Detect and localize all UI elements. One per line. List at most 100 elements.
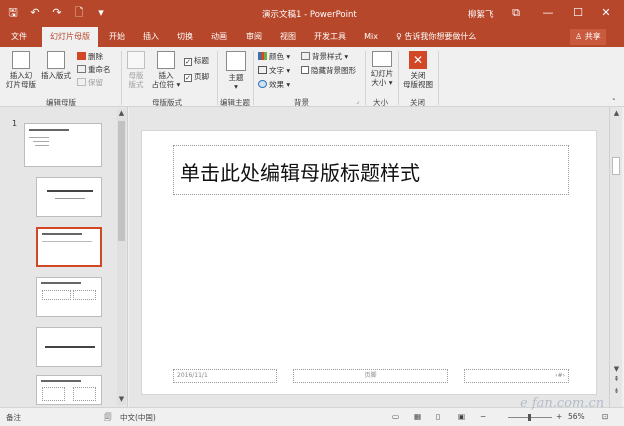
user-name[interactable]: 柳絮飞 bbox=[468, 8, 494, 20]
effects-button[interactable]: 效果 ▾ bbox=[258, 80, 290, 90]
ribbon: 插入幻 灯片母版 插入版式 删除 重命名 保留 编辑母版 母版 版式 插入 占位… bbox=[0, 47, 624, 107]
undo-icon[interactable]: ↶ bbox=[28, 6, 42, 20]
slide-size-label: 幻灯片 大小 ▾ bbox=[370, 69, 394, 87]
tab-transitions[interactable]: 切换 bbox=[174, 27, 196, 47]
slide-size-button[interactable]: 幻灯片 大小 ▾ bbox=[368, 51, 396, 87]
scroll-up-icon[interactable]: ▲ bbox=[117, 109, 126, 117]
checkbox-icon bbox=[301, 66, 309, 74]
insert-placeholder-button[interactable]: 插入 占位符 ▾ bbox=[150, 51, 182, 89]
scrollbar-thumb[interactable] bbox=[118, 121, 125, 241]
rename-button[interactable]: 重命名 bbox=[77, 65, 111, 75]
next-slide-icon[interactable]: ⇟ bbox=[612, 387, 621, 395]
footer-checkbox-label: 页脚 bbox=[194, 72, 209, 81]
delete-button[interactable]: 删除 bbox=[77, 52, 103, 62]
thumbnail-layout[interactable] bbox=[36, 277, 102, 317]
tab-slide-master[interactable]: 幻灯片母版 bbox=[42, 27, 98, 47]
zoom-level[interactable]: 56% bbox=[568, 412, 585, 421]
background-styles-button[interactable]: 背景样式 ▾ bbox=[301, 52, 348, 62]
slideshow-icon[interactable]: ▣ bbox=[458, 412, 465, 421]
title-checkbox-label: 标题 bbox=[194, 56, 209, 65]
thumbnail-layout[interactable] bbox=[36, 375, 102, 405]
thumbnail-content-box bbox=[73, 290, 96, 300]
maximize-button[interactable]: ☐ bbox=[570, 6, 586, 20]
background-styles-icon bbox=[301, 52, 310, 60]
effects-label: 效果 ▾ bbox=[269, 80, 291, 89]
tab-developer[interactable]: 开发工具 bbox=[312, 27, 348, 47]
insert-layout-button[interactable]: 插入版式 bbox=[40, 51, 72, 80]
thumbnail-scrollbar[interactable]: ▲ ▼ bbox=[117, 109, 126, 405]
colors-button[interactable]: 颜色 ▾ bbox=[258, 52, 290, 62]
master-layout-button[interactable]: 母版 版式 bbox=[124, 51, 148, 89]
tab-file[interactable]: 文件 bbox=[8, 27, 30, 47]
title-placeholder-text[interactable]: 单击此处编辑母版标题样式 bbox=[180, 157, 420, 186]
hide-background-graphics-checkbox[interactable]: 隐藏背景图形 bbox=[301, 66, 356, 76]
scroll-down-icon[interactable]: ▼ bbox=[612, 365, 621, 373]
thumbnail-title-line bbox=[29, 129, 69, 131]
new-file-icon[interactable]: 🗋 bbox=[72, 6, 86, 20]
tab-review[interactable]: 审阅 bbox=[243, 27, 265, 47]
save-icon[interactable]: 🖫 bbox=[6, 6, 20, 20]
insert-slide-master-button[interactable]: 插入幻 灯片母版 bbox=[6, 51, 36, 89]
scroll-up-icon[interactable]: ▲ bbox=[612, 109, 621, 117]
preserve-label: 保留 bbox=[88, 78, 103, 87]
zoom-slider-knob[interactable] bbox=[528, 414, 531, 421]
spellcheck-icon[interactable]: 🗐 bbox=[104, 412, 112, 425]
thumbnail-title-line bbox=[41, 380, 81, 382]
date-placeholder[interactable]: 2016/11/1 bbox=[173, 369, 277, 383]
zoom-in-icon[interactable]: + bbox=[556, 412, 562, 421]
tab-animations[interactable]: 动画 bbox=[208, 27, 230, 47]
scroll-down-icon[interactable]: ▼ bbox=[117, 395, 126, 403]
close-button[interactable]: ✕ bbox=[598, 6, 614, 20]
ribbon-display-options-icon[interactable]: ⧉ bbox=[508, 6, 524, 20]
insert-layout-label: 插入版式 bbox=[41, 71, 71, 80]
previous-slide-icon[interactable]: ⇞ bbox=[612, 375, 621, 383]
preserve-button[interactable]: 保留 bbox=[77, 78, 103, 88]
slide-number-placeholder[interactable]: ‹#› bbox=[464, 369, 569, 383]
title-placeholder[interactable]: 单击此处编辑母版标题样式 bbox=[173, 145, 569, 195]
watermark: e fan.com.cn bbox=[520, 396, 605, 411]
thumbnail-title-line bbox=[41, 282, 81, 284]
customize-qat-icon[interactable]: ▾ bbox=[94, 6, 108, 20]
slide-sorter-icon[interactable]: ▦ bbox=[414, 412, 421, 421]
normal-view-icon[interactable]: ▭ bbox=[392, 412, 399, 421]
minimize-button[interactable]: — bbox=[540, 6, 556, 20]
scrollbar-thumb[interactable] bbox=[612, 157, 620, 175]
share-button[interactable]: ♙ 共享 bbox=[570, 29, 606, 45]
thumbnail-layout[interactable] bbox=[36, 327, 102, 367]
themes-label: 主题 ▾ bbox=[228, 73, 244, 91]
tab-home[interactable]: 开始 bbox=[106, 27, 128, 47]
dialog-launcher-icon[interactable]: ⌟ bbox=[356, 97, 359, 107]
reading-view-icon[interactable]: ▯ bbox=[436, 412, 440, 421]
language-indicator[interactable]: 中文(中国) bbox=[120, 412, 156, 423]
tab-insert[interactable]: 插入 bbox=[140, 27, 162, 47]
slide-editing-area: 单击此处编辑母版标题样式 2016/11/1 页脚 ‹#› bbox=[129, 107, 609, 407]
notes-label[interactable]: 备注 bbox=[6, 412, 21, 423]
thumbnail-layout[interactable] bbox=[36, 177, 102, 217]
thumbnail-master[interactable] bbox=[24, 123, 102, 167]
thumbnail-content-box bbox=[42, 387, 65, 401]
tab-mix[interactable]: Mix bbox=[361, 27, 381, 47]
ribbon-separator bbox=[398, 51, 399, 105]
thumbnail-content-box bbox=[73, 387, 96, 401]
fonts-button[interactable]: 文字 ▾ bbox=[258, 66, 290, 76]
themes-button[interactable]: 主题 ▾ bbox=[222, 51, 250, 91]
zoom-out-icon[interactable]: − bbox=[480, 412, 486, 421]
window-title: 演示文稿1 - PowerPoint bbox=[262, 10, 357, 20]
fit-to-window-icon[interactable]: ⊡ bbox=[602, 412, 608, 421]
title-checkbox[interactable]: ✓ 标题 bbox=[184, 56, 209, 66]
collapse-ribbon-icon[interactable]: ˄ bbox=[612, 97, 616, 107]
redo-icon[interactable]: ↷ bbox=[50, 6, 64, 20]
footer-checkbox[interactable]: ✓ 页脚 bbox=[184, 72, 209, 82]
tab-view[interactable]: 视图 bbox=[277, 27, 299, 47]
footer-placeholder[interactable]: 页脚 bbox=[293, 369, 448, 383]
colors-icon bbox=[258, 52, 267, 60]
editor-scrollbar[interactable]: ▲ ▼ ⇞ ⇟ bbox=[609, 107, 622, 407]
rename-icon bbox=[77, 65, 86, 73]
title-bar: 🖫 ↶ ↷ 🗋 ▾ 演示文稿1 - PowerPoint 柳絮飞 ⧉ — ☐ ✕ bbox=[0, 0, 624, 27]
tell-me-search[interactable]: ♀ 告诉我你想要做什么 bbox=[396, 27, 476, 47]
effects-icon bbox=[258, 80, 267, 88]
close-master-view-button[interactable]: ✕ 关闭 母版视图 bbox=[400, 51, 436, 89]
master-layout-label: 母版 版式 bbox=[128, 71, 144, 89]
thumbnail-layout-selected[interactable] bbox=[36, 227, 102, 267]
master-slide-canvas[interactable]: 单击此处编辑母版标题样式 2016/11/1 页脚 ‹#› bbox=[141, 130, 597, 395]
